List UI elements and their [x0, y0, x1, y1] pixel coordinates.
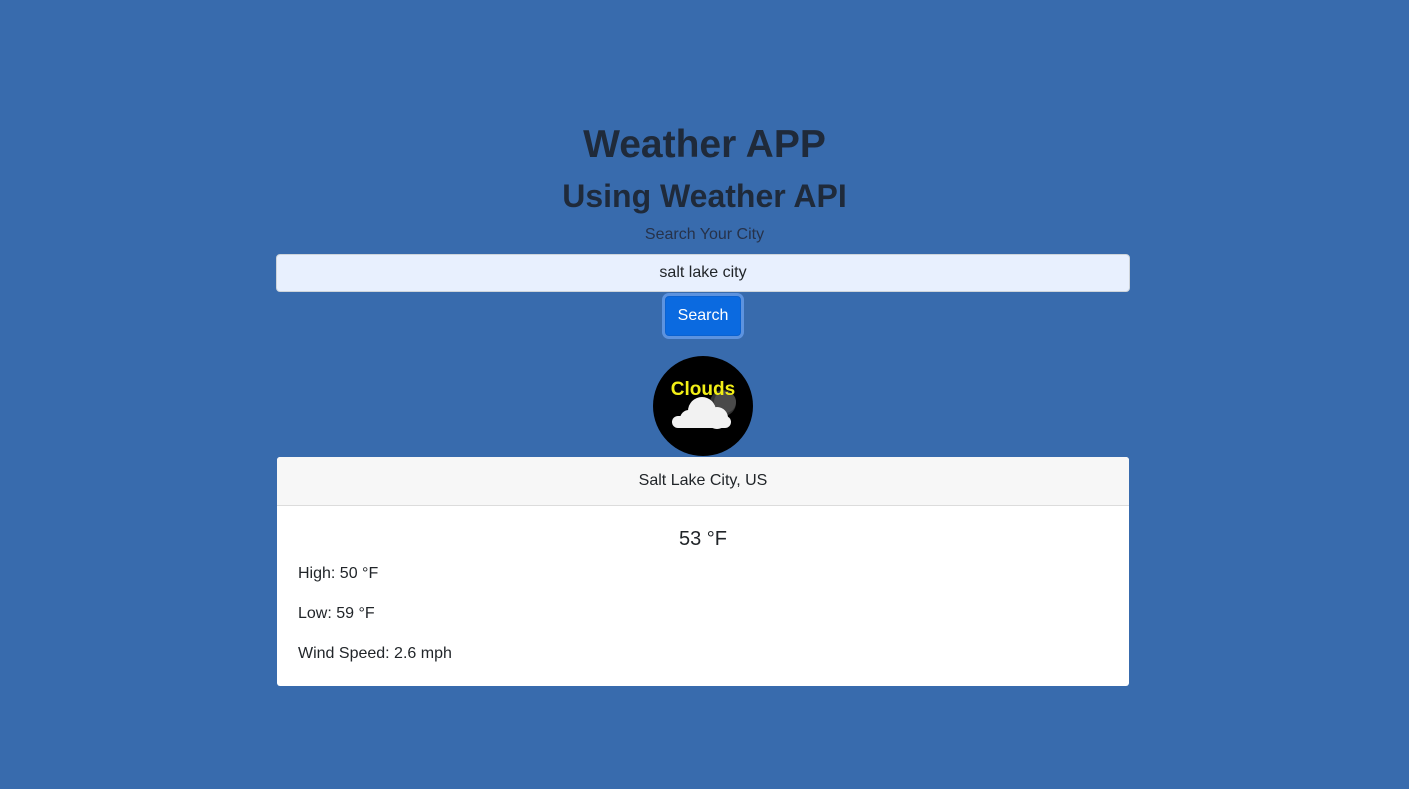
location-header: Salt Lake City, US	[277, 457, 1129, 506]
weather-card: Salt Lake City, US 53 °F High: 50 °F Low…	[277, 457, 1129, 686]
search-label: Search Your City	[644, 226, 765, 243]
city-search-input[interactable]	[276, 254, 1130, 292]
page-subtitle: Using Weather API	[562, 178, 847, 214]
high-temperature: High: 50 °F	[298, 565, 379, 582]
weather-condition-badge: Clouds	[653, 356, 753, 456]
page-title: Weather APP	[583, 123, 826, 166]
wind-speed: Wind Speed: 2.6 mph	[298, 645, 452, 662]
cloud-icon	[672, 390, 736, 429]
low-temperature: Low: 59 °F	[298, 605, 375, 622]
current-temperature: 53 °F	[678, 528, 728, 550]
search-button[interactable]: Search	[665, 296, 741, 336]
weather-condition-label: Clouds	[670, 379, 736, 400]
